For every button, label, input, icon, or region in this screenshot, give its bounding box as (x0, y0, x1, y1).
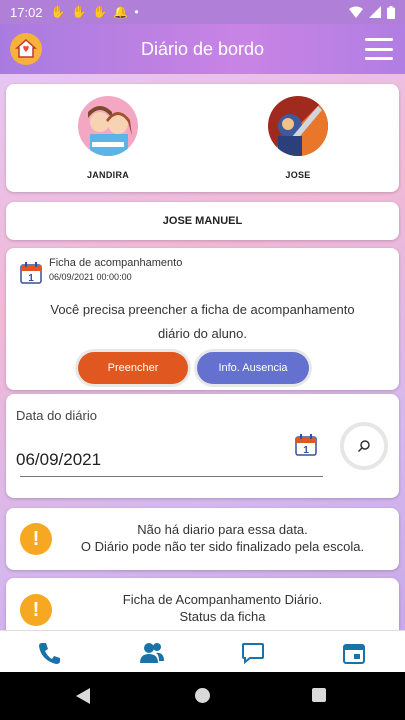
ficha-card: 1 Ficha de acompanhamento 06/09/2021 00:… (6, 248, 399, 390)
calendar-icon[interactable] (340, 639, 368, 667)
status-bar: 17:02 ✋ ✋ ✋ 🔔 • (0, 0, 405, 24)
calendar-picker-icon[interactable]: 1 (295, 434, 317, 461)
home-icon[interactable] (195, 688, 210, 703)
clock: 17:02 (10, 4, 43, 20)
diary-date-input[interactable]: 06/09/2021 (16, 450, 101, 470)
student-name: JANDIRA (86, 170, 130, 180)
input-underline (20, 476, 323, 477)
svg-text:1: 1 (28, 273, 34, 284)
fill-button[interactable]: Preencher (78, 352, 188, 384)
ficha-datetime: 06/09/2021 00:00:00 (49, 272, 132, 282)
wifi-icon (349, 6, 363, 18)
hamburger-menu-icon[interactable] (365, 38, 393, 60)
phone-icon[interactable] (36, 639, 64, 667)
back-icon[interactable] (76, 688, 90, 704)
hand-icon: ✋ (71, 5, 87, 19)
diary-date-label: Data do diário (16, 408, 97, 423)
contacts-icon[interactable] (138, 639, 166, 667)
bottom-navigation (0, 630, 405, 672)
ficha-status-alert: ! Ficha de Acompanhamento Diário. Status… (6, 578, 399, 630)
student-avatar[interactable] (268, 96, 328, 156)
alert-line: Status da ficha (179, 609, 266, 624)
notification-icons: ✋ ✋ ✋ 🔔 • (51, 5, 139, 19)
alert-line: O Diário pode não ter sido finalizado pe… (80, 539, 365, 554)
warning-icon: ! (20, 594, 52, 626)
selected-student-name: JOSE MANUEL (6, 202, 399, 240)
home-logo-icon[interactable] (10, 33, 42, 65)
warning-icon: ! (20, 523, 52, 555)
student-name: JOSE (285, 170, 311, 180)
app-bar: Diário de bordo (0, 24, 405, 74)
alert-line: Não há diario para essa data. (137, 522, 308, 537)
search-icon (357, 440, 370, 453)
student-avatar[interactable] (78, 96, 138, 156)
hand-icon: ✋ (92, 5, 108, 19)
main-content: JANDIRA JOSE JOSE MANUEL 1 Ficha de acom… (0, 74, 405, 630)
hand-icon: ✋ (50, 5, 66, 19)
page-title: Diário de bordo (140, 38, 265, 59)
alert-line: Ficha de Acompanhamento Diário. (122, 592, 323, 607)
chat-icon[interactable] (239, 639, 267, 667)
dot-icon: • (134, 5, 139, 19)
recent-apps-icon[interactable] (312, 688, 326, 702)
bell-icon: 🔔 (113, 5, 129, 19)
ficha-message: Você precisa preencher a ficha de acompa… (50, 302, 355, 341)
search-button[interactable] (340, 422, 388, 470)
student-selector: JANDIRA JOSE (6, 84, 399, 192)
absence-info-button[interactable]: Info. Ausencia (197, 352, 309, 384)
no-diary-alert: ! Não há diario para essa data. O Diário… (6, 508, 399, 570)
alert-text: Ficha de Acompanhamento Diário. Status d… (56, 591, 389, 625)
signal-icon (369, 6, 381, 18)
ficha-title: Ficha de acompanhamento (49, 257, 183, 269)
diary-date-card: Data do diário 06/09/2021 1 (6, 394, 399, 498)
student-card[interactable]: JOSE (238, 96, 358, 180)
battery-icon (387, 5, 395, 19)
student-card[interactable]: JANDIRA (48, 96, 168, 180)
svg-text:1: 1 (303, 445, 309, 456)
alert-text: Não há diario para essa data. O Diário p… (56, 521, 389, 555)
calendar-icon: 1 (20, 262, 42, 289)
system-navigation-bar (0, 672, 405, 720)
